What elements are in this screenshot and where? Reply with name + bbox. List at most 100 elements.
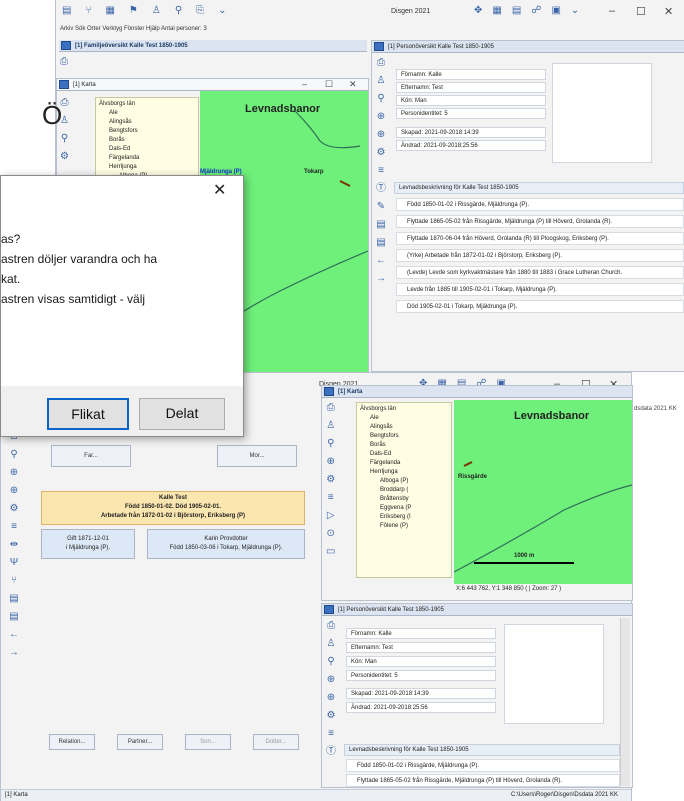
search-icon[interactable]: ⚲ [377,93,384,105]
tree-item[interactable]: Alingsås [99,118,195,127]
search-icon[interactable]: ⚲ [327,656,334,668]
graph-icon[interactable]: ☍ [531,6,541,16]
life-event-row[interactable]: Född 1850-01-02 i Rissgärde, Mjäldrunga … [346,759,620,772]
life-event-row[interactable]: Flyttade 1865-05-02 från Rissgärde, Mjäl… [396,215,684,228]
print-icon[interactable]: ⎙ [327,620,335,632]
tree-item[interactable]: Bråttensby [360,495,448,504]
tabbed-button[interactable]: Flikat [47,398,129,430]
tree-item[interactable]: Alingsås [360,423,448,432]
father-box[interactable]: Far... [51,445,131,467]
close-button[interactable]: ✕ [664,5,673,18]
son-button[interactable]: Son... [185,734,231,750]
list-icon[interactable]: ▤ [376,219,385,231]
list-icon[interactable]: ≡ [328,728,334,740]
life-event-row[interactable]: (Levde) Levde som kyrkvaktmästare från 1… [396,266,684,279]
list-icon[interactable]: ▤ [9,593,18,605]
search-icon[interactable]: ⚲ [61,133,68,145]
pin-icon[interactable]: ⚲ [175,6,182,16]
tree-item[interactable]: Bengtsfors [360,432,448,441]
globe-icon[interactable]: ⊕ [327,692,335,704]
dropdown-icon[interactable]: ⌄ [218,6,226,16]
tree-item[interactable]: Färgelanda [99,154,195,163]
tree-item[interactable]: Eriksberg (I [360,513,448,522]
tree-item[interactable]: Dals-Ed [99,145,195,154]
settings-icon[interactable]: ⚙ [326,474,335,486]
dialog-close-button[interactable]: ✕ [213,180,226,200]
tree-item[interactable]: Herrljunga [360,468,448,477]
tree-item[interactable]: Älvsborgs län [360,405,448,414]
tree-icon[interactable]: ⇹ [10,539,18,551]
map-minimize-button[interactable]: – [302,79,307,89]
tree-item[interactable]: Herrljunga [99,163,195,172]
settings-icon[interactable]: ⚙ [327,710,336,722]
life-event-row[interactable]: Flyttade 1865-05-02 från Rissgärde, Mjäl… [346,774,620,787]
globe-icon[interactable]: ⊕ [327,674,335,686]
text-icon[interactable]: Ⓣ [326,746,336,758]
print-icon[interactable]: ⎙ [327,402,335,414]
edit-icon[interactable]: ✎ [377,201,385,213]
search-icon[interactable]: ⚲ [327,438,334,450]
list-icon[interactable]: ▤ [9,611,18,623]
person-search-icon[interactable]: ♙ [326,420,335,432]
tree-item[interactable]: Ale [360,414,448,423]
move-icon[interactable]: ✥ [474,6,482,16]
list-icon[interactable]: ≡ [11,521,17,533]
tree-item[interactable]: Dals-Ed [360,450,448,459]
tree-item[interactable]: Älvsborgs län [99,100,195,109]
daughter-button[interactable]: Dotter... [253,734,299,750]
tree-item[interactable]: Borås [360,441,448,450]
flag-icon[interactable]: ⚑ [129,6,138,16]
print-icon[interactable]: ⎙ [60,56,68,68]
search-icon[interactable]: ⚲ [10,449,17,461]
forward-arrow-icon[interactable]: → [376,273,386,285]
tree-item[interactable]: Ale [99,109,195,118]
partner-button[interactable]: Partner... [117,734,163,750]
zoom-icon[interactable]: ⊙ [327,528,335,540]
layout-icon[interactable]: ▤ [512,6,521,16]
main-person-box[interactable]: Kalle Test Född 1850-01-02. Död 1905-02-… [41,491,305,525]
map-place-tree[interactable]: Älvsborgs län Ale Alingsås Bengtsfors Bo… [356,402,452,578]
life-event-row[interactable]: Levde från 1885 till 1905-02-01 i Tokarp… [396,283,684,296]
list-icon[interactable]: ≡ [328,492,334,504]
fork-icon[interactable]: Ψ [10,557,18,569]
person-icon[interactable]: ♙ [152,6,161,16]
text-icon[interactable]: Ⓣ [376,183,386,195]
branch-icon[interactable]: ⑂ [11,575,17,587]
calendar-icon[interactable]: ▦ [105,6,114,16]
tree-item[interactable]: Bengtsfors [99,127,195,136]
map-maximize-button[interactable]: ☐ [325,79,333,90]
scrollbar[interactable] [620,618,630,786]
ruler-icon[interactable]: ▭ [326,546,335,558]
life-event-row[interactable]: Död 1905-02-01 i Tokarp, Mjäldrunga (P). [396,300,684,313]
spouse-box[interactable]: Karin Provdotter Född 1850-03-06 i Tokar… [147,529,305,559]
globe-icon[interactable]: ⊕ [377,129,385,141]
map-area[interactable]: Levnadsbanor Rissgärde 1000 m [454,400,632,584]
list-icon[interactable]: ▤ [62,6,71,16]
cursor-icon[interactable]: ▷ [327,510,335,522]
settings-icon[interactable]: ⚙ [60,151,69,163]
grid-icon[interactable]: ▦ [492,6,501,16]
document-icon[interactable]: ⎘ [196,6,204,16]
tree-item[interactable]: Alboga (P) [360,477,448,486]
relation-button[interactable]: Relation... [49,734,95,750]
split-button[interactable]: Delat [139,398,225,430]
settings-icon[interactable]: ⚙ [377,147,386,159]
tree-item[interactable]: Färgelanda [360,459,448,468]
list-icon[interactable]: ▤ [376,237,385,249]
globe-icon[interactable]: ⊕ [327,456,335,468]
minimize-button[interactable]: – [609,5,615,17]
life-event-row[interactable]: Född 1850-01-02 i Rissgärde, Mjäldrunga … [396,198,684,211]
person-search-icon[interactable]: ♙ [327,638,336,650]
person-search-icon[interactable]: ♙ [377,75,386,87]
back-arrow-icon[interactable]: ← [9,629,19,641]
list-icon[interactable]: ≡ [378,165,384,177]
dropdown-icon[interactable]: ⌄ [571,6,579,16]
print-icon[interactable]: ⎙ [377,57,385,69]
tree-item[interactable]: Borås [99,136,195,145]
marriage-box[interactable]: Gift 1871-12-01 i Mjäldrunga (P). [41,529,135,559]
globe-icon[interactable]: ⊕ [10,467,18,479]
back-arrow-icon[interactable]: ← [376,255,386,267]
globe-icon[interactable]: ⊕ [10,485,18,497]
mother-box[interactable]: Mor... [217,445,297,467]
tree-item[interactable]: Fölene (P) [360,522,448,531]
